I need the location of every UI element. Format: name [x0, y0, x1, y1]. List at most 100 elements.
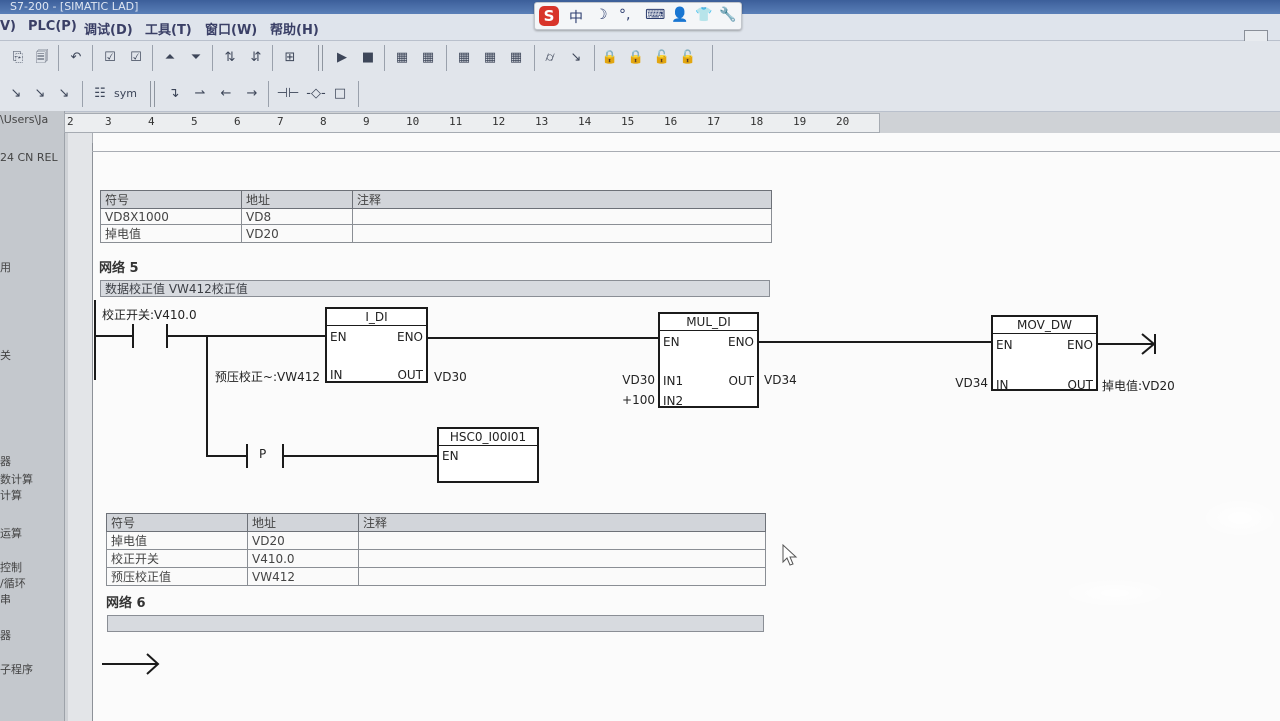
- menu-window[interactable]: 窗口(W): [205, 19, 257, 38]
- ime-moon-icon[interactable]: ☽: [595, 7, 608, 23]
- symbolic-addressing-icon[interactable]: sym: [114, 84, 137, 104]
- read-chart-icon[interactable]: ▦: [506, 48, 526, 68]
- ime-punctuation-icon[interactable]: °,: [619, 7, 630, 23]
- address-cell: VD20: [247, 531, 359, 550]
- delete-network-icon[interactable]: ↘: [30, 84, 50, 104]
- tree-item-common[interactable]: 用: [0, 259, 11, 275]
- download-icon[interactable]: ⏷: [186, 48, 206, 68]
- pause-chart-icon[interactable]: ▦: [480, 48, 500, 68]
- table-row[interactable]: 掉电值 VD20: [100, 224, 772, 243]
- tree-item-logic[interactable]: 运算: [0, 525, 22, 541]
- tree-path-item[interactable]: \Users\Ja: [0, 113, 48, 126]
- toolbar-grip[interactable]: [318, 45, 323, 71]
- run-icon[interactable]: ▶: [332, 48, 352, 68]
- tree-item-counters[interactable]: 器: [0, 453, 11, 469]
- compile-all-icon[interactable]: ☑: [126, 48, 146, 68]
- mul-di-block[interactable]: MUL_DI EN ENO IN1 OUT IN2: [658, 312, 759, 408]
- ime-keyboard-icon[interactable]: ⌨: [645, 7, 665, 23]
- mul-di-in2-operand[interactable]: +100: [622, 393, 655, 407]
- table-row[interactable]: VD8X1000 VD8: [100, 208, 772, 225]
- contact-label[interactable]: 校正开关:V410.0: [102, 306, 197, 323]
- mul-di-in1-operand[interactable]: VD30: [622, 373, 655, 387]
- column-header-address: 地址: [241, 190, 353, 209]
- chart-status-icon[interactable]: ▦: [454, 48, 474, 68]
- ime-user-icon[interactable]: 👤: [671, 7, 688, 23]
- tree-item-string[interactable]: 串: [0, 591, 11, 607]
- program-status-icon[interactable]: ▦: [392, 48, 412, 68]
- network-6-comment[interactable]: [107, 615, 764, 632]
- table-row[interactable]: 校正开关 V410.0: [106, 549, 766, 568]
- sort-descending-icon[interactable]: ⇵: [246, 48, 266, 68]
- options-icon[interactable]: ⊞: [280, 48, 300, 68]
- mov-dw-block[interactable]: MOV_DW EN ENO IN OUT: [991, 315, 1098, 392]
- toolbar-separator: [384, 45, 385, 71]
- left-line-icon[interactable]: ←: [216, 84, 236, 104]
- mov-dw-out-operand[interactable]: 掉电值:VD20: [1102, 377, 1175, 394]
- box-icon[interactable]: □: [330, 84, 350, 104]
- comment-cell: [358, 567, 766, 586]
- pause-status-icon[interactable]: ▦: [418, 48, 438, 68]
- sogou-logo-icon[interactable]: S: [539, 6, 559, 26]
- table-row[interactable]: 预压校正值 VW412: [106, 567, 766, 586]
- empty-rung-arrow-icon[interactable]: [102, 652, 162, 678]
- insert-network-icon[interactable]: ↘: [6, 84, 26, 104]
- menu-plc[interactable]: PLC(P): [28, 19, 77, 34]
- toggle-comment-icon[interactable]: ↘: [54, 84, 74, 104]
- standard-toolbar: ⎘ 🗐 ↶ ☑ ☑ ⏶ ⏷ ⇅ ⇵ ⊞ ▶ ■ ▦ ▦ ▦ ▦ ▦ ⌭ ↘ 🔒 …: [0, 41, 1280, 78]
- ime-chinese-toggle[interactable]: 中: [569, 7, 583, 27]
- coil-icon[interactable]: -◇-: [304, 84, 328, 104]
- menu-help[interactable]: 帮助(H): [270, 19, 319, 38]
- menu-view[interactable]: V): [0, 19, 16, 34]
- trend-view-icon[interactable]: ⌭: [540, 48, 560, 68]
- contact-icon[interactable]: ⊣⊢: [274, 84, 302, 104]
- force-icon[interactable]: ↘: [566, 48, 586, 68]
- p-contact-label[interactable]: P: [259, 447, 266, 461]
- ime-tools-icon[interactable]: 🔧: [719, 7, 736, 23]
- tree-item-timers[interactable]: 器: [0, 627, 11, 643]
- down-line-icon[interactable]: ↴: [164, 84, 184, 104]
- tree-item-subroutine[interactable]: 子程序: [0, 661, 33, 677]
- menu-debug[interactable]: 调试(D): [84, 19, 133, 38]
- tree-item-int-math[interactable]: 计算: [0, 487, 22, 503]
- tree-item-cpu[interactable]: 24 CN REL: [0, 151, 58, 164]
- network-5-title[interactable]: 网络 5: [99, 257, 139, 276]
- screen-glare: [1060, 578, 1170, 608]
- mov-dw-in-operand[interactable]: VD34: [955, 376, 988, 390]
- unlock-icon[interactable]: 🔓: [652, 48, 672, 68]
- hsc-block[interactable]: HSC0_I00I01 EN: [437, 427, 539, 483]
- unlock-all-icon[interactable]: 🔓: [678, 48, 698, 68]
- symbol-table-icon[interactable]: ☷: [90, 84, 110, 104]
- compile-icon[interactable]: ☑: [100, 48, 120, 68]
- paste-icon[interactable]: ⎘: [8, 48, 28, 68]
- en-pin: EN: [330, 330, 347, 344]
- tree-item-control[interactable]: 控制: [0, 559, 22, 575]
- ruler-tick: 17: [707, 115, 721, 128]
- copy-icon[interactable]: 🗐: [32, 48, 52, 68]
- table-row[interactable]: 掉电值 VD20: [106, 531, 766, 550]
- i-di-block[interactable]: I_DI EN ENO IN OUT: [325, 307, 428, 383]
- upload-icon[interactable]: ⏶: [160, 48, 180, 68]
- i-di-out-operand[interactable]: VD30: [434, 370, 467, 384]
- p-contact-left-bar: [246, 444, 248, 468]
- window-title: S7-200 - [SIMATIC LAD]: [10, 0, 139, 13]
- tree-item-relay[interactable]: 关: [0, 347, 11, 363]
- up-line-icon[interactable]: ⇀: [190, 84, 210, 104]
- tree-item-float-math[interactable]: 数计算: [0, 471, 33, 487]
- mul-di-out-operand[interactable]: VD34: [764, 373, 797, 387]
- tree-item-loop[interactable]: /循环: [0, 575, 26, 591]
- toolbar-grip[interactable]: [150, 81, 155, 107]
- i-di-in-operand[interactable]: 预压校正~:VW412: [215, 368, 320, 385]
- lock-all-icon[interactable]: 🔒: [626, 48, 646, 68]
- block-title: MOV_DW: [1017, 318, 1072, 332]
- sort-ascending-icon[interactable]: ⇅: [220, 48, 240, 68]
- right-line-icon[interactable]: →: [242, 84, 262, 104]
- block-title: MUL_DI: [686, 315, 731, 329]
- editor-gutter: [68, 133, 93, 721]
- stop-icon[interactable]: ■: [358, 48, 378, 68]
- ime-skin-icon[interactable]: 👕: [695, 7, 712, 23]
- lock-icon[interactable]: 🔒: [600, 48, 620, 68]
- network-5-comment[interactable]: 数据校正值 VW412校正值: [100, 280, 770, 297]
- menu-tools[interactable]: 工具(T): [145, 19, 192, 38]
- network-6-title[interactable]: 网络 6: [106, 592, 146, 611]
- undo-icon[interactable]: ↶: [66, 48, 86, 68]
